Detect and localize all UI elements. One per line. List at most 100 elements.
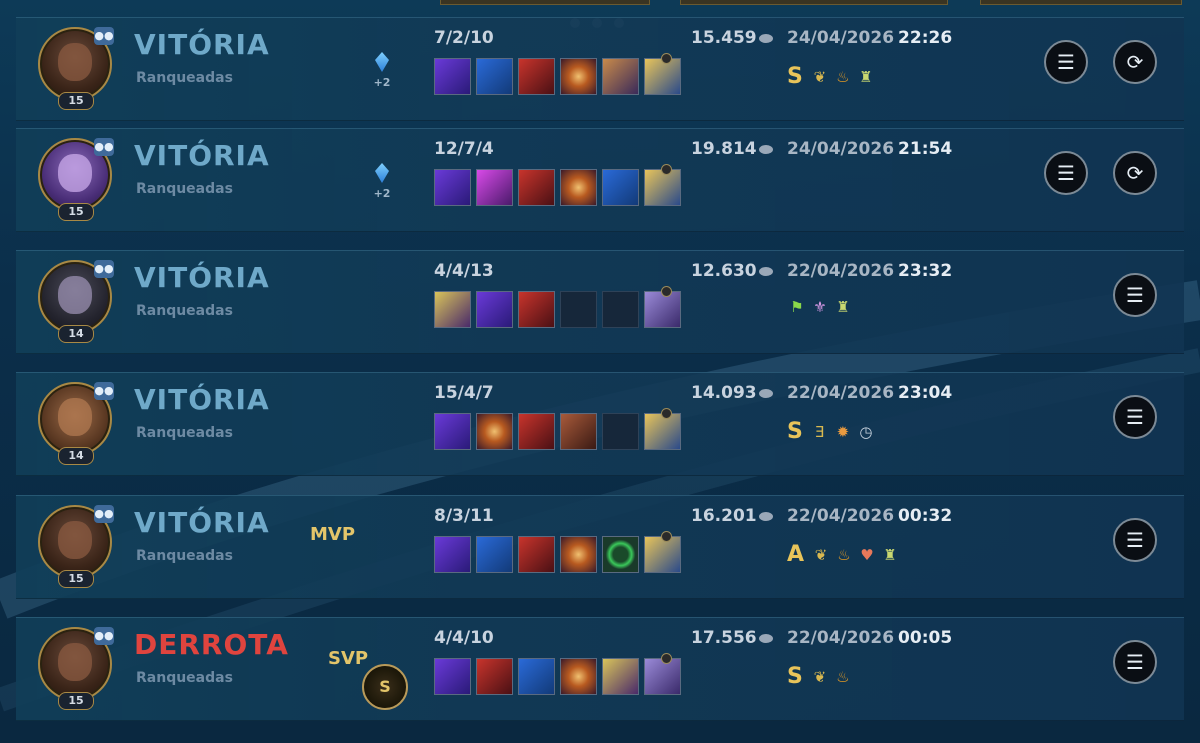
tower-icon: ♜ — [859, 67, 873, 86]
tome-item-icon[interactable] — [602, 58, 639, 95]
orange-orb-item-icon[interactable] — [560, 658, 597, 695]
red-hat-item-icon[interactable] — [476, 658, 513, 695]
details-button[interactable]: ☰ — [1113, 395, 1157, 439]
gold-coin-icon — [758, 633, 773, 643]
red-hat-item-icon[interactable] — [518, 536, 555, 573]
match-time: 21:54 — [898, 139, 953, 159]
orange-orb-item-icon[interactable] — [476, 413, 513, 450]
details-button[interactable]: ☰ — [1044, 40, 1088, 84]
kda: 8/3/11 — [434, 506, 494, 526]
blue-staff-item-icon[interactable] — [518, 658, 555, 695]
red-hat-item-icon[interactable] — [518, 169, 555, 206]
details-button[interactable]: ☰ — [1113, 518, 1157, 562]
details-button[interactable]: ☰ — [1113, 273, 1157, 317]
item-build — [434, 164, 681, 206]
gold-value: 19.814 — [691, 139, 757, 159]
champion-level: 14 — [58, 325, 94, 343]
flame-icon: ♨ — [836, 667, 850, 686]
gold-earned: 14.093 — [691, 383, 773, 403]
details-button[interactable]: ☰ — [1113, 640, 1157, 684]
gem-icon — [375, 52, 389, 72]
orange-orb-item-icon[interactable] — [560, 536, 597, 573]
replay-button[interactable]: ⟳ — [1113, 40, 1157, 84]
leaf-icon: ❦ — [813, 667, 827, 686]
crown-item-icon[interactable] — [602, 658, 639, 695]
gold-hammer-item-icon[interactable] — [644, 531, 681, 573]
gold-hammer-item-icon[interactable] — [644, 408, 681, 450]
honors: S ❦ ♨ ♜ — [787, 64, 876, 89]
purple-relic-item-icon[interactable] — [434, 658, 471, 695]
trinket-indicator — [661, 653, 672, 664]
blue-trident-item-icon[interactable] — [476, 58, 513, 95]
queue-type: Ranqueadas — [136, 303, 233, 319]
list-icon: ☰ — [1126, 528, 1144, 552]
champion-level: 15 — [58, 692, 94, 710]
red-hat-item-icon[interactable] — [518, 413, 555, 450]
match-row[interactable]: ●● 15 VITÓRIA Ranqueadas MVP 8/3/11 16.201 22… — [16, 495, 1184, 599]
honors: S Ǝ ✹ ◷ — [787, 419, 876, 444]
trinket-indicator — [661, 53, 672, 64]
match-row[interactable]: ●● 15 VITÓRIA Ranqueadas +2 12/7/4 19.814 2… — [16, 128, 1184, 232]
boots-item-icon[interactable] — [644, 653, 681, 695]
boots-item-icon[interactable] — [644, 286, 681, 328]
performance-grade: S — [787, 664, 803, 689]
top-tab-strip — [0, 0, 1200, 8]
performance-grade: S — [787, 419, 803, 444]
gold-coin-icon — [758, 511, 773, 521]
blue-staff-item-icon[interactable] — [602, 169, 639, 206]
match-row[interactable]: ●● 14 VITÓRIA Ranqueadas 4/4/13 12.630 22/04… — [16, 250, 1184, 354]
flag-icon: ⚑ — [790, 298, 804, 316]
tower-icon: ♜ — [883, 545, 897, 564]
orange-orb-item-icon[interactable] — [560, 169, 597, 206]
purple-relic-item-icon[interactable] — [476, 291, 513, 328]
purple-relic-item-icon[interactable] — [434, 413, 471, 450]
match-result: VITÓRIA — [134, 261, 270, 294]
crown-item-icon[interactable] — [434, 291, 471, 328]
pink-flame-item-icon[interactable] — [476, 169, 513, 206]
gold-earned: 12.630 — [691, 261, 773, 281]
wing-icon: ⚜ — [813, 298, 827, 316]
kda: 15/4/7 — [434, 383, 494, 403]
purple-relic-item-icon[interactable] — [434, 169, 471, 206]
match-row[interactable]: ●● 15 DERROTA Ranqueadas SVP S 4/4/10 17.556 2… — [16, 617, 1184, 721]
leaf-icon: ❦ — [814, 545, 828, 564]
trinket-indicator — [661, 164, 672, 175]
party-icon: ●● — [94, 138, 114, 156]
match-date: 24/04/2026 — [787, 28, 895, 48]
details-button[interactable]: ☰ — [1044, 151, 1088, 195]
gold-earned: 15.459 — [691, 28, 773, 48]
match-row[interactable]: ●● 15 VITÓRIA Ranqueadas +2 7/2/10 15.459 2… — [16, 17, 1184, 121]
honors: A ❦ ♨ ♥ ♜ — [787, 542, 900, 567]
purple-relic-item-icon[interactable] — [434, 58, 471, 95]
champion-level: 15 — [58, 92, 94, 110]
gold-hammer-item-icon[interactable] — [644, 53, 681, 95]
blue-staff-item-icon[interactable] — [476, 536, 513, 573]
champion-avatar: ●● 14 — [38, 382, 114, 465]
kda: 4/4/13 — [434, 261, 494, 281]
gold-value: 16.201 — [691, 506, 757, 526]
book-item-icon[interactable] — [560, 413, 597, 450]
match-datetime: 22/04/2026 00:05 — [787, 628, 952, 648]
red-hat-item-icon[interactable] — [518, 291, 555, 328]
gold-hammer-item-icon[interactable] — [644, 164, 681, 206]
replay-button[interactable]: ⟳ — [1113, 151, 1157, 195]
replay-icon: ⟳ — [1126, 50, 1144, 74]
match-time: 00:32 — [898, 506, 953, 526]
orange-orb-item-icon[interactable] — [560, 58, 597, 95]
performance-grade: S — [787, 64, 803, 89]
party-icon: ●● — [94, 627, 114, 645]
green-ring-item-icon[interactable] — [602, 536, 639, 573]
match-time: 00:05 — [898, 628, 953, 648]
match-row[interactable]: ●● 14 VITÓRIA Ranqueadas 15/4/7 14.093 22/04… — [16, 372, 1184, 476]
match-result: VITÓRIA — [134, 383, 270, 416]
gem-bonus: +2 — [370, 52, 394, 96]
purple-relic-item-icon[interactable] — [434, 536, 471, 573]
queue-type: Ranqueadas — [136, 548, 233, 564]
gold-value: 17.556 — [691, 628, 757, 648]
match-datetime: 22/04/2026 23:32 — [787, 261, 952, 281]
kda: 7/2/10 — [434, 28, 494, 48]
champion-avatar: ●● 14 — [38, 260, 114, 343]
red-hat-item-icon[interactable] — [518, 58, 555, 95]
match-date: 22/04/2026 — [787, 506, 895, 526]
item-build — [434, 531, 681, 573]
